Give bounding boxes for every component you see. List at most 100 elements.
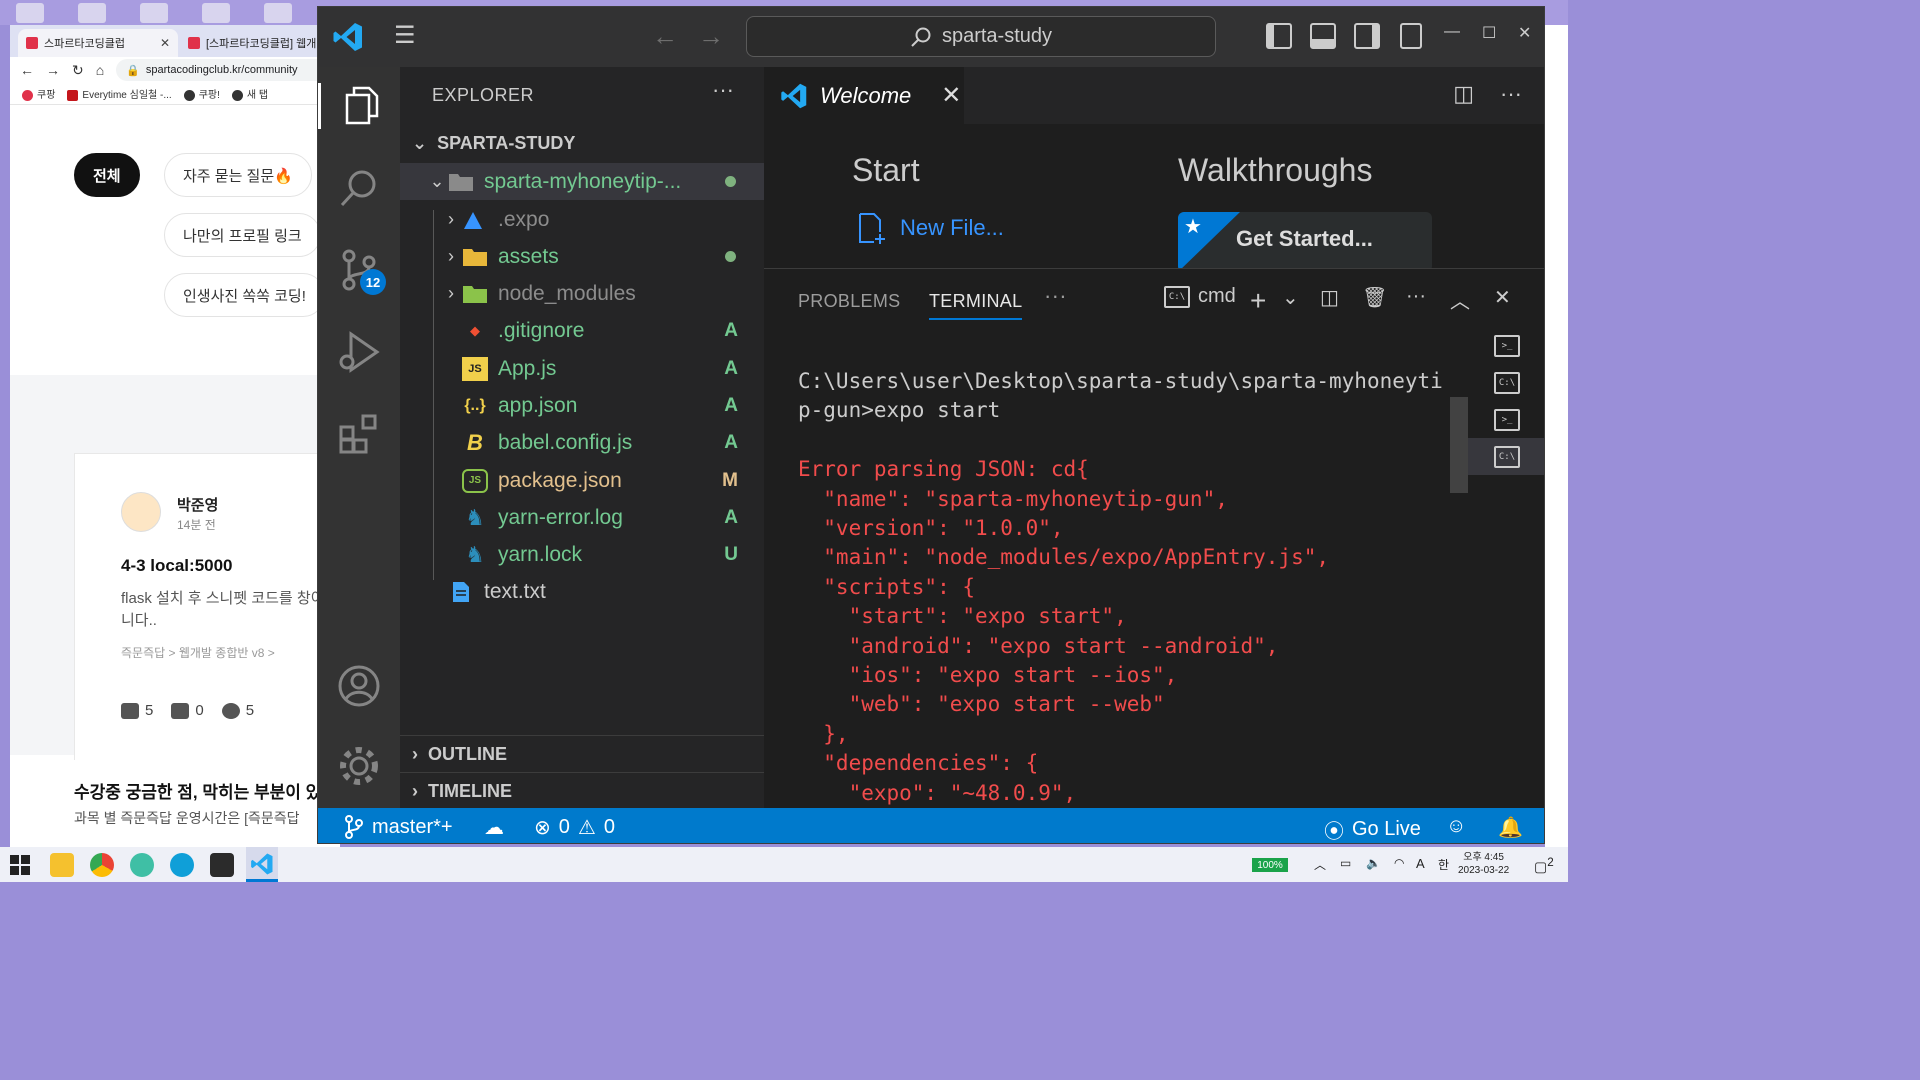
explorer-icon[interactable] xyxy=(318,83,400,129)
git-branch[interactable]: master*+ xyxy=(344,815,453,839)
desktop-shortcut-icon[interactable] xyxy=(202,3,230,23)
maximize-icon[interactable]: ☐ xyxy=(1482,23,1496,43)
toggle-secondary-sidebar-icon[interactable] xyxy=(1354,23,1380,49)
get-started-card[interactable]: ★ Get Started... xyxy=(1178,212,1432,268)
chrome-icon[interactable] xyxy=(90,853,114,877)
more-views-icon[interactable]: ··· xyxy=(1044,283,1067,309)
split-terminal-icon[interactable]: ◫ xyxy=(1320,285,1339,310)
customize-layout-icon[interactable] xyxy=(1400,23,1422,49)
terminal-instance[interactable]: C:\ xyxy=(1468,438,1544,475)
minimize-icon[interactable]: — xyxy=(1444,23,1460,41)
terminal-output[interactable]: C:\Users\user\Desktop\sparta-study\spart… xyxy=(798,367,1448,808)
tree-file-gitignore[interactable]: ◆ .gitignore A xyxy=(400,312,764,349)
new-terminal-icon[interactable]: + xyxy=(1250,285,1266,317)
tab-problems[interactable]: PROBLEMS xyxy=(798,291,900,312)
desktop-shortcut-icon[interactable] xyxy=(16,3,44,23)
tree-file-yarn-lock[interactable]: ♞ yarn.lock U xyxy=(400,536,764,573)
menu-icon[interactable]: ☰ xyxy=(394,24,422,48)
tree-file-package-json[interactable]: JS package.json M xyxy=(400,462,764,499)
tray-chevron-up-icon[interactable]: ︿ xyxy=(1314,856,1326,873)
search-icon[interactable] xyxy=(336,165,382,211)
trash-icon[interactable]: 🗑 xyxy=(1362,285,1387,310)
wifi-icon[interactable]: ◠ xyxy=(1394,856,1404,870)
tree-folder-expo[interactable]: › .expo xyxy=(400,201,764,238)
vscode-taskbar-icon[interactable] xyxy=(246,847,278,882)
windows-start-icon[interactable] xyxy=(10,855,30,875)
terminal-instance[interactable]: >_ xyxy=(1468,327,1544,364)
like-count[interactable]: 0 xyxy=(171,702,204,720)
more-actions-icon[interactable]: ··· xyxy=(1500,81,1522,107)
forward-icon[interactable]: → xyxy=(46,62,60,78)
more-actions-icon[interactable]: ··· xyxy=(712,77,734,103)
tab-terminal[interactable]: TERMINAL xyxy=(929,291,1023,320)
desktop-shortcut-icon[interactable] xyxy=(264,3,292,23)
back-icon[interactable]: ← xyxy=(20,62,34,78)
post-card[interactable]: 박준영 14분 전 4-3 local:5000 flask 설치 후 스니펫 … xyxy=(74,453,340,763)
language-indicator[interactable]: 한 xyxy=(1438,856,1449,873)
more-actions-icon[interactable]: ··· xyxy=(1406,285,1426,308)
gear-icon[interactable] xyxy=(336,743,382,789)
close-icon[interactable]: ✕ xyxy=(941,81,961,110)
timeline-section[interactable]: › TIMELINE xyxy=(400,772,764,809)
taskbar-clock[interactable]: 오후 4:45 2023-03-22 xyxy=(1458,851,1509,877)
browser-tab[interactable]: 스파르타코딩클럽 ✕ xyxy=(18,29,178,57)
split-editor-icon[interactable]: ◫ xyxy=(1453,81,1474,107)
bookmark-item[interactable]: 쿠팡 xyxy=(22,86,55,101)
bookmark-item[interactable]: 새 탭 xyxy=(231,86,268,101)
tree-file-yarn-error-log[interactable]: ♞ yarn-error.log A xyxy=(400,499,764,536)
terminal-instance[interactable]: C:\ xyxy=(1468,364,1544,401)
command-center-search[interactable]: sparta-study xyxy=(746,16,1216,57)
account-icon[interactable] xyxy=(336,663,382,709)
desktop-shortcut-icon[interactable] xyxy=(78,3,106,23)
terminal-scrollbar[interactable] xyxy=(1450,397,1468,493)
toggle-panel-icon[interactable] xyxy=(1310,23,1336,49)
problems-status[interactable]: ⊗ 0 ⚠ 0 xyxy=(534,815,615,840)
tree-file-app-js[interactable]: JS App.js A xyxy=(400,350,764,387)
run-debug-icon[interactable] xyxy=(336,329,382,375)
outline-section[interactable]: › OUTLINE xyxy=(400,735,764,772)
maximize-panel-icon[interactable]: ︿ xyxy=(1450,285,1470,314)
app-icon[interactable] xyxy=(130,853,154,877)
workspace-root[interactable]: ⌄ SPARTA-STUDY xyxy=(400,125,764,162)
tree-folder-node-modules[interactable]: › node_modules xyxy=(400,275,764,312)
tree-folder-assets[interactable]: › assets xyxy=(400,238,764,275)
tree-file-app-json[interactable]: {..} app.json A xyxy=(400,387,764,424)
address-bar[interactable]: 🔒 spartacodingclub.kr/community xyxy=(116,59,340,81)
back-icon[interactable]: ← xyxy=(652,21,678,52)
bookmark-item[interactable]: Everytime 심일철 -... xyxy=(67,86,172,101)
sticky-app-icon[interactable] xyxy=(210,853,234,877)
toggle-primary-sidebar-icon[interactable] xyxy=(1266,23,1292,49)
chevron-down-icon[interactable]: ⌄ xyxy=(1282,285,1299,310)
chip-faq[interactable]: 자주 묻는 질문🔥 xyxy=(164,153,312,197)
edge-icon[interactable] xyxy=(170,853,194,877)
bell-icon[interactable]: 🔔 xyxy=(1498,815,1523,840)
battery-icon[interactable]: ▭ xyxy=(1340,856,1351,870)
terminal-instance[interactable]: >_ xyxy=(1468,401,1544,438)
extensions-icon[interactable] xyxy=(336,411,382,457)
reload-icon[interactable]: ↻ xyxy=(72,62,84,79)
browser-tab[interactable]: [스파르타코딩클럽] 웹개 xyxy=(180,29,340,57)
cloud-upload-icon[interactable]: ☁ xyxy=(484,815,504,840)
tree-file-babel-config[interactable]: B babel.config.js A xyxy=(400,424,764,461)
file-explorer-icon[interactable] xyxy=(50,853,74,877)
chip-profile-link[interactable]: 나만의 프로필 링크 xyxy=(164,213,321,257)
bookmark-item[interactable]: 쿠팡! xyxy=(183,86,220,101)
new-file-link[interactable]: New File... xyxy=(858,212,1004,244)
terminal-selector[interactable]: C:\ cmd xyxy=(1164,285,1236,308)
chip-photo-coding[interactable]: 인생사진 쏙쏙 코딩! xyxy=(164,273,325,317)
chip-all[interactable]: 전체 xyxy=(74,153,140,197)
close-icon[interactable]: ✕ xyxy=(160,36,170,50)
tree-file-text-txt[interactable]: text.txt xyxy=(400,573,764,610)
ime-mode[interactable]: A xyxy=(1416,856,1425,871)
go-live-button[interactable]: ⦿ Go Live xyxy=(1324,815,1421,843)
desktop-shortcut-icon[interactable] xyxy=(140,3,168,23)
feedback-icon[interactable]: ☺ xyxy=(1446,815,1466,838)
volume-icon[interactable]: 🔈 xyxy=(1366,856,1381,870)
home-icon[interactable]: ⌂ xyxy=(96,62,104,78)
tab-welcome[interactable]: Welcome ✕ xyxy=(764,67,964,124)
close-icon[interactable]: ✕ xyxy=(1494,285,1511,310)
close-icon[interactable]: ✕ xyxy=(1518,23,1531,43)
forward-icon[interactable]: → xyxy=(698,21,724,52)
battery-indicator[interactable]: 100% xyxy=(1252,858,1288,872)
tree-folder-project[interactable]: ⌄ sparta-myhoneytip-... xyxy=(400,163,764,200)
